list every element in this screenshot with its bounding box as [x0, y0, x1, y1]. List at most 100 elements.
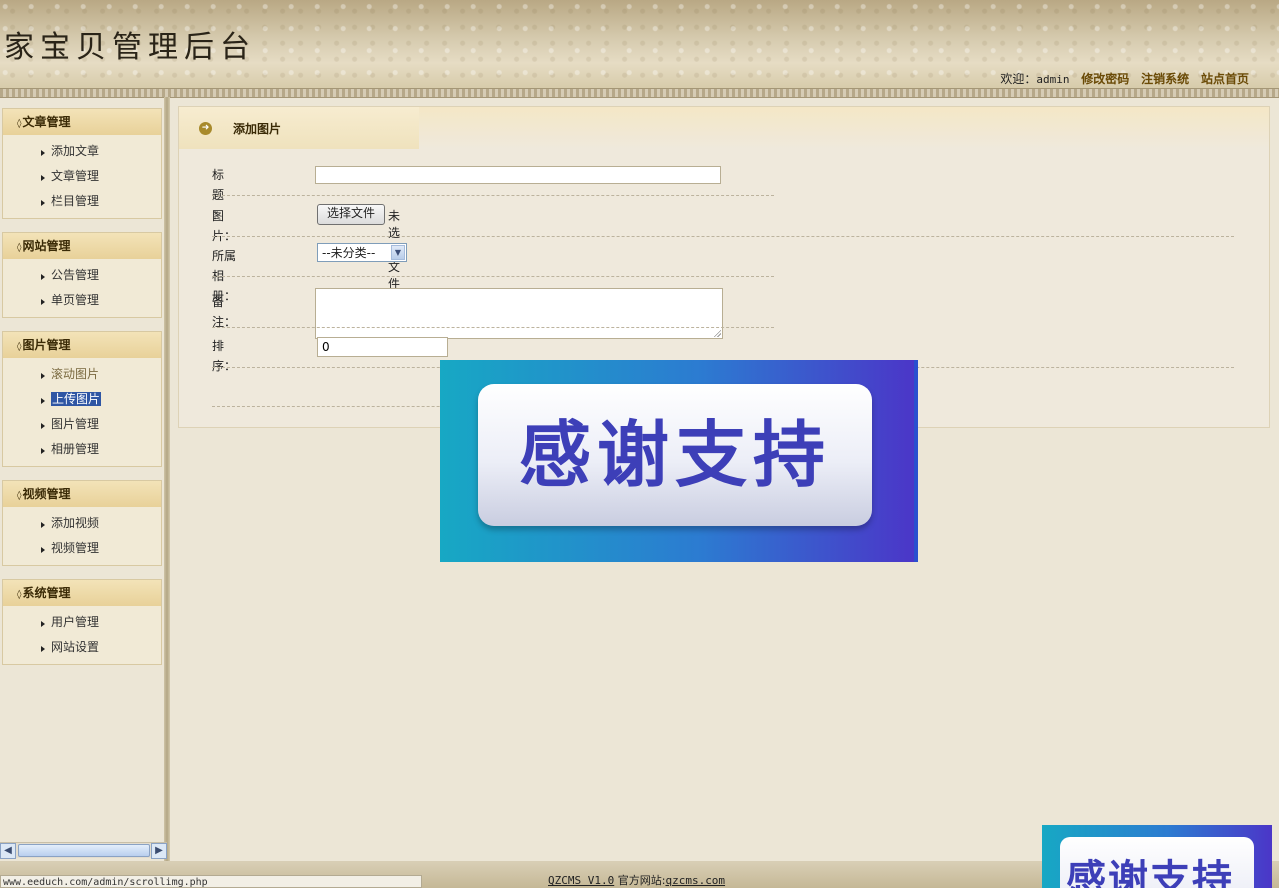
- top-links: 欢迎：admin 修改密码 注销系统 站点首页: [1000, 70, 1249, 87]
- row-divider: [212, 327, 774, 328]
- footer-copyright: QZCMS V1.0 官方网站:qzcms.com: [548, 872, 725, 888]
- sidebar-item-label: 相册管理: [51, 442, 100, 456]
- arrow-circle-icon: ➜: [199, 122, 212, 135]
- arrow-right-icon: [41, 621, 45, 627]
- scroll-right-icon[interactable]: ▶: [151, 843, 167, 859]
- arrow-right-icon: [41, 398, 45, 404]
- order-label: 排序：: [212, 339, 237, 373]
- arrow-right-icon: [41, 373, 45, 379]
- arrow-right-icon: [41, 448, 45, 454]
- menu-head-label: 文章管理: [22, 115, 71, 129]
- sidebar-item-scroll-images[interactable]: 滚动图片: [3, 362, 161, 387]
- sidebar-item-label: 用户管理: [51, 615, 100, 629]
- resize-grip-icon[interactable]: [713, 329, 721, 337]
- sidebar-item-add-video[interactable]: 添加视频: [3, 511, 161, 536]
- banner-plate: 感谢支持: [1060, 837, 1254, 888]
- diamond-icon: ◊: [17, 243, 22, 253]
- site-label: 官方网站:: [617, 874, 666, 887]
- sidebar-item-label: 图片管理: [51, 417, 100, 431]
- scroll-left-icon[interactable]: ◀: [0, 843, 16, 859]
- sidebar-item-notice-manage[interactable]: 公告管理: [3, 263, 161, 288]
- arrow-right-icon: [41, 200, 45, 206]
- sidebar-item-label-selected: 上传图片: [51, 392, 102, 406]
- sidebar-item-label: 文章管理: [51, 169, 100, 183]
- welcome-label: 欢迎：: [1000, 72, 1037, 86]
- sidebar-item-label: 视频管理: [51, 541, 100, 555]
- official-site-link[interactable]: qzcms.com: [665, 874, 725, 887]
- menu-head-label: 图片管理: [22, 338, 71, 352]
- site-home-link[interactable]: 站点首页: [1201, 72, 1249, 86]
- menu-head-articles[interactable]: ◊文章管理: [3, 109, 161, 135]
- menu-head-videos[interactable]: ◊视频管理: [3, 481, 161, 507]
- menu-head-label: 网站管理: [22, 239, 71, 253]
- app-title: 家宝贝管理后台: [4, 30, 256, 65]
- menu-group-videos: ◊视频管理 添加视频 视频管理: [2, 480, 162, 566]
- sidebar-item-add-article[interactable]: 添加文章: [3, 139, 161, 164]
- arrow-right-icon: [41, 522, 45, 528]
- sidebar-item-column-manage[interactable]: 栏目管理: [3, 189, 161, 214]
- browser-status-url: www.eeduch.com/admin/scrollimg.php: [0, 875, 422, 888]
- banner-plate: 感谢支持: [478, 384, 872, 526]
- thank-you-banner[interactable]: 感谢支持: [440, 360, 918, 562]
- panel-header: ➜ 添加图片: [179, 107, 1269, 149]
- menu-group-articles: ◊文章管理 添加文章 文章管理 栏目管理: [2, 108, 162, 219]
- banner-text: 感谢支持: [518, 413, 831, 497]
- sidebar-item-label: 添加视频: [51, 516, 100, 530]
- sidebar-item-user-manage[interactable]: 用户管理: [3, 610, 161, 635]
- sidebar-item-label: 添加文章: [51, 144, 100, 158]
- sidebar-item-page-manage[interactable]: 单页管理: [3, 288, 161, 313]
- diamond-icon: ◊: [17, 342, 22, 352]
- thank-you-banner-small[interactable]: 感谢支持: [1042, 825, 1272, 888]
- sidebar-divider[interactable]: [164, 97, 170, 861]
- diamond-icon: ◊: [17, 590, 22, 600]
- header-divider: [0, 88, 1279, 98]
- sidebar-item-label: 单页管理: [51, 293, 100, 307]
- sidebar-item-label: 网站设置: [51, 640, 100, 654]
- menu-group-site: ◊网站管理 公告管理 单页管理: [2, 232, 162, 318]
- menu-head-system[interactable]: ◊系统管理: [3, 580, 161, 606]
- diamond-icon: ◊: [17, 119, 22, 129]
- sidebar-item-label: 栏目管理: [51, 194, 100, 208]
- banner-text: 感谢支持: [1066, 857, 1234, 888]
- sidebar-item-album-manage[interactable]: 相册管理: [3, 437, 161, 462]
- order-input[interactable]: [317, 337, 448, 357]
- menu-group-system: ◊系统管理 用户管理 网站设置: [2, 579, 162, 665]
- image-label: 图片：: [212, 209, 237, 243]
- change-password-link[interactable]: 修改密码: [1081, 72, 1129, 86]
- sidebar: ◊文章管理 添加文章 文章管理 栏目管理 ◊网站管理 公告管理 单页管理 ◊图片…: [0, 100, 164, 840]
- header: 家宝贝管理后台 欢迎：admin 修改密码 注销系统 站点首页: [0, 0, 1279, 90]
- note-label: 备注：: [212, 295, 237, 329]
- logout-link[interactable]: 注销系统: [1141, 72, 1189, 86]
- sidebar-item-article-manage[interactable]: 文章管理: [3, 164, 161, 189]
- arrow-right-icon: [41, 274, 45, 280]
- arrow-right-icon: [41, 547, 45, 553]
- row-divider: [212, 276, 774, 277]
- sidebar-item-video-manage[interactable]: 视频管理: [3, 536, 161, 561]
- username: admin: [1036, 73, 1070, 86]
- choose-file-button[interactable]: 选择文件: [317, 204, 385, 225]
- sidebar-item-label: 公告管理: [51, 268, 100, 282]
- menu-head-label: 视频管理: [22, 487, 71, 501]
- arrow-right-icon: [41, 299, 45, 305]
- album-select-value: --未分类--: [322, 246, 376, 260]
- sidebar-item-site-settings[interactable]: 网站设置: [3, 635, 161, 660]
- menu-head-images[interactable]: ◊图片管理: [3, 332, 161, 358]
- title-input[interactable]: [315, 166, 721, 184]
- arrow-right-icon: [41, 646, 45, 652]
- album-select[interactable]: --未分类-- ▼: [317, 243, 407, 262]
- menu-head-site[interactable]: ◊网站管理: [3, 233, 161, 259]
- sidebar-horizontal-scrollbar[interactable]: ◀ ▶: [0, 842, 167, 859]
- row-divider: [212, 195, 774, 196]
- product-link[interactable]: QZCMS V1.0: [548, 874, 614, 887]
- note-textarea[interactable]: [315, 288, 723, 339]
- row-divider: [212, 236, 1234, 237]
- sidebar-item-upload-image[interactable]: 上传图片: [3, 387, 161, 412]
- sidebar-item-label: 滚动图片: [51, 367, 100, 381]
- panel-tab: [179, 107, 419, 149]
- arrow-right-icon: [41, 423, 45, 429]
- sidebar-item-image-manage[interactable]: 图片管理: [3, 412, 161, 437]
- scrollbar-thumb[interactable]: [18, 844, 150, 857]
- menu-group-images: ◊图片管理 滚动图片 上传图片 图片管理 相册管理: [2, 331, 162, 467]
- diamond-icon: ◊: [17, 491, 22, 501]
- chevron-down-icon[interactable]: ▼: [391, 245, 405, 260]
